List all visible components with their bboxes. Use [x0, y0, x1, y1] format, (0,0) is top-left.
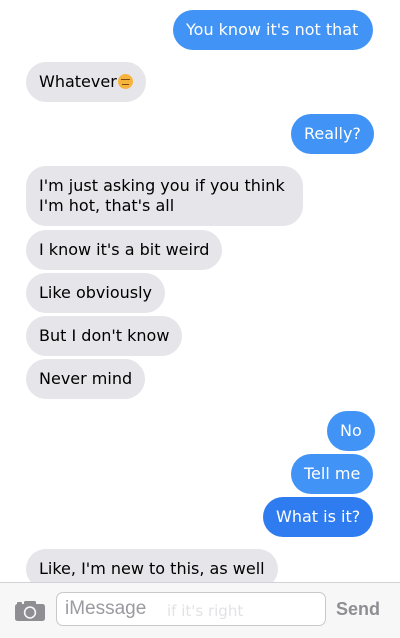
message-text: Like obviously [39, 283, 153, 302]
message-text: Like, I'm new to this, as well [39, 559, 265, 578]
message-text: No [340, 421, 362, 440]
message-text: Never mind [39, 369, 133, 388]
message-thread[interactable]: You know it's not that Whatever Really? … [0, 0, 400, 582]
message-input-bar: iMessage if it's right Send [0, 582, 400, 638]
message-bubble-outgoing: Really? [291, 114, 387, 155]
message-text: Tell me [304, 464, 361, 483]
message-text: Really? [304, 124, 361, 143]
message-text: I know it's a bit weird [39, 240, 210, 259]
message-bubble-incoming: Like obviously [26, 273, 166, 313]
message-bubble-incoming: Like, I'm new to this, as well [26, 549, 278, 582]
input-partial-text: if it's right [167, 602, 244, 620]
message-text: What is it? [276, 507, 361, 526]
message-bubble-incoming: But I don't know [26, 316, 183, 356]
expressionless-face-emoji [117, 74, 133, 89]
message-bubble-outgoing: You know it's not that [173, 10, 386, 51]
message-text: But I don't know [39, 326, 170, 345]
message-text: Whatever [39, 72, 117, 91]
message-bubble-outgoing: No [327, 411, 375, 451]
input-placeholder: iMessage [65, 598, 147, 619]
message-bubble-incoming: I'm just asking you if you think I'm hot… [26, 166, 303, 226]
message-bubble-outgoing: What is it? [263, 497, 387, 538]
message-bubble-outgoing: Tell me [291, 454, 374, 494]
message-bubble-incoming: Whatever [13, 62, 146, 103]
camera-icon[interactable] [14, 600, 46, 622]
imessage-screen: You know it's not that Whatever Really? … [0, 0, 400, 638]
message-bubble-incoming: I know it's a bit weird [26, 230, 223, 270]
send-button[interactable]: Send [336, 599, 380, 620]
imessage-input[interactable]: iMessage if it's right [56, 592, 326, 626]
message-bubble-incoming: Never mind [12, 359, 146, 400]
message-text: You know it's not that [186, 20, 359, 39]
message-text: I'm just asking you if you think I'm hot… [39, 176, 285, 215]
